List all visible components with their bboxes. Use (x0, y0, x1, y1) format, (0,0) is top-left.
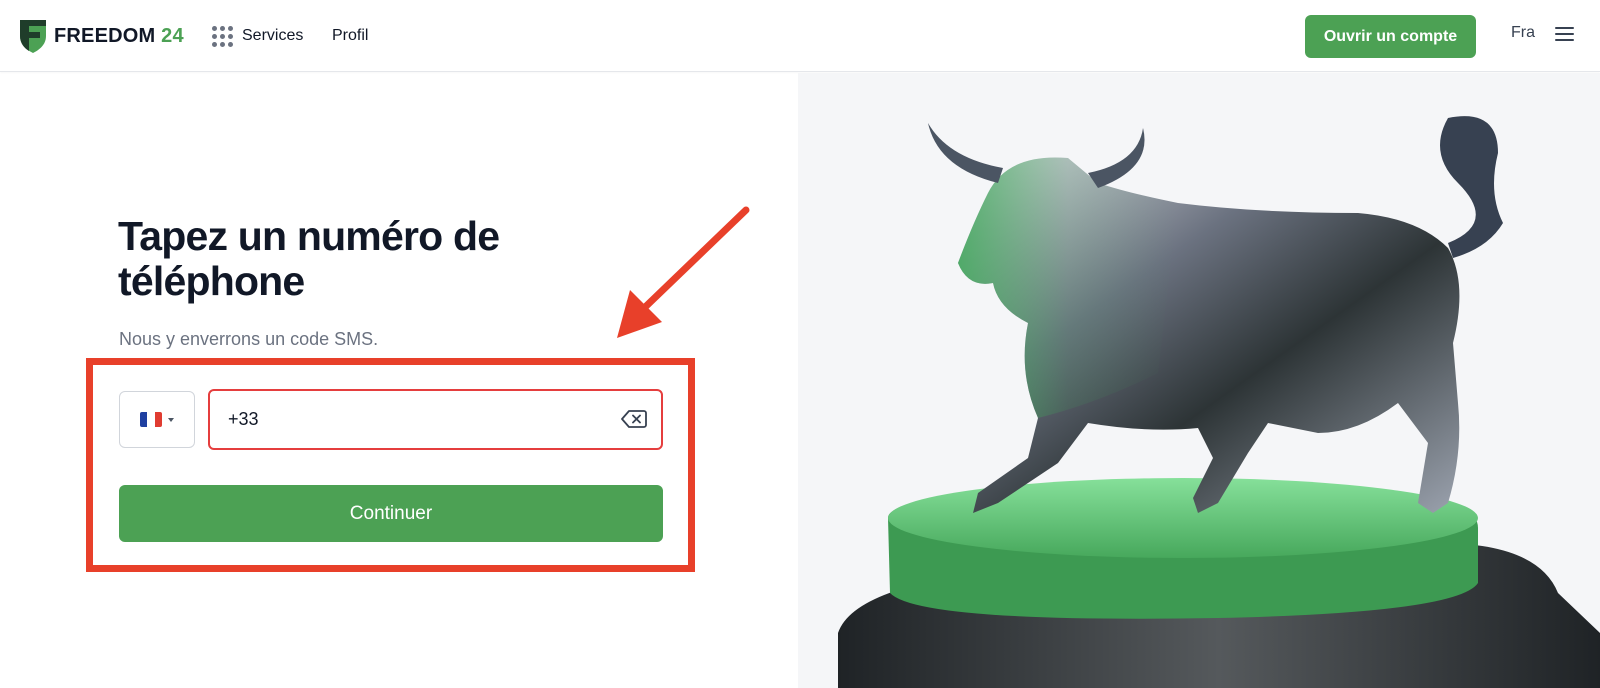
bull-statue-illustration (838, 116, 1600, 688)
top-header: FREEDOM 24 Services Profil Ouvrir un com… (0, 0, 1600, 72)
phone-input[interactable] (228, 391, 608, 448)
shield-logo-icon (20, 20, 46, 53)
page-title: Tapez un numéro de téléphone (118, 213, 500, 304)
language-selector[interactable]: Fra (1511, 24, 1535, 42)
logo-number: 24 (161, 24, 184, 47)
hero-bull-image (798, 73, 1600, 688)
freedom24-logo[interactable]: FREEDOM 24 (18, 18, 184, 54)
phone-field (208, 389, 663, 450)
nav-profil-label: Profil (332, 27, 369, 44)
country-code-select[interactable] (119, 391, 195, 448)
hamburger-menu-icon[interactable] (1555, 27, 1574, 43)
nav-services[interactable]: Services (212, 22, 303, 50)
nav-services-label: Services (242, 27, 304, 44)
backspace-clear-icon[interactable] (621, 409, 647, 429)
open-account-button[interactable]: Ouvrir un compte (1305, 15, 1476, 58)
apps-grid-icon (212, 25, 233, 47)
red-arrow-pointer-icon (617, 206, 750, 338)
france-flag-icon (140, 412, 162, 427)
logo-word: FREEDOM (54, 24, 156, 47)
page-subtitle: Nous y enverrons un code SMS. (119, 329, 379, 349)
nav-profil[interactable]: Profil (332, 22, 368, 50)
continue-button[interactable]: Continuer (119, 485, 663, 542)
caret-down-icon (168, 417, 174, 422)
